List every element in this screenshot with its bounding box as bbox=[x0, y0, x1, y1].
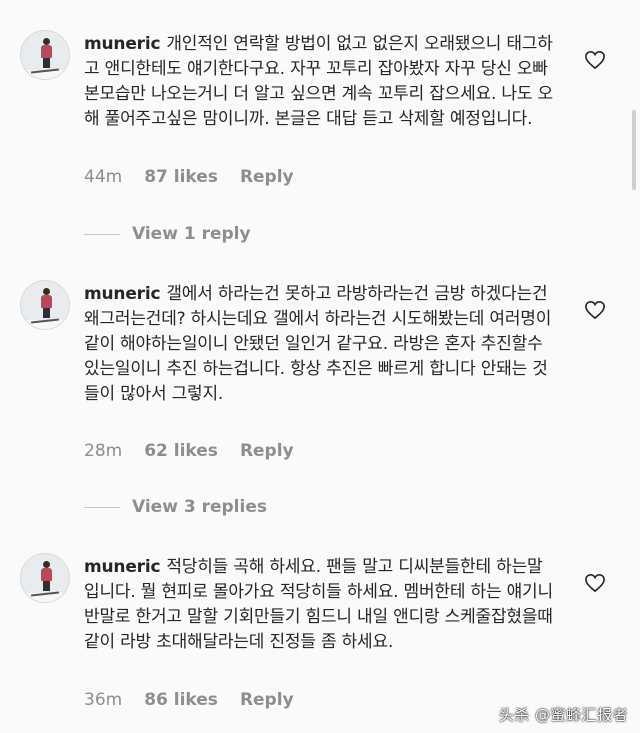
comment-text: muneric 개인적인 연락할 방법이 없고 없은지 오래됐으니 태그하고 앤디… bbox=[84, 32, 556, 132]
likes-count[interactable]: 62 likes bbox=[144, 441, 218, 461]
divider-line bbox=[84, 233, 120, 235]
comment-text: muneric 적당히들 곡해 하세요. 팬들 말고 디씨분들한테 하는말 입니다… bbox=[84, 555, 556, 655]
username-link[interactable]: muneric bbox=[84, 284, 161, 304]
username-link[interactable]: muneric bbox=[84, 557, 161, 577]
heart-icon[interactable] bbox=[584, 300, 606, 320]
reply-button[interactable]: Reply bbox=[240, 690, 294, 710]
view-replies-label: View 3 replies bbox=[132, 497, 267, 517]
view-replies-button[interactable]: View 3 replies bbox=[84, 497, 267, 517]
reply-button[interactable]: Reply bbox=[240, 441, 294, 461]
comment-meta: 28m 62 likes Reply bbox=[84, 441, 294, 461]
comment-meta: 44m 87 likes Reply bbox=[84, 167, 294, 187]
avatar[interactable] bbox=[20, 280, 70, 330]
divider-line bbox=[84, 506, 120, 508]
likes-count[interactable]: 87 likes bbox=[144, 167, 218, 187]
scrollbar[interactable] bbox=[632, 110, 636, 190]
comment-time: 44m bbox=[84, 167, 123, 187]
avatar[interactable] bbox=[20, 553, 70, 603]
watermark: 头杀 @蜜蜂汇报者 bbox=[498, 706, 628, 724]
view-replies-label: View 1 reply bbox=[132, 224, 251, 244]
heart-icon[interactable] bbox=[584, 50, 606, 70]
comment-time: 36m bbox=[84, 690, 123, 710]
heart-icon[interactable] bbox=[584, 573, 606, 593]
comment-time: 28m bbox=[84, 441, 123, 461]
likes-count[interactable]: 86 likes bbox=[144, 690, 218, 710]
view-replies-button[interactable]: View 1 reply bbox=[84, 224, 251, 244]
comment-text: muneric 갤에서 하라는건 못하고 라방하라는건 금방 하겠다는건 왜그러는… bbox=[84, 282, 556, 407]
avatar[interactable] bbox=[20, 30, 70, 80]
comment-meta: 36m 86 likes Reply bbox=[84, 690, 294, 710]
reply-button[interactable]: Reply bbox=[240, 167, 294, 187]
username-link[interactable]: muneric bbox=[84, 34, 161, 54]
